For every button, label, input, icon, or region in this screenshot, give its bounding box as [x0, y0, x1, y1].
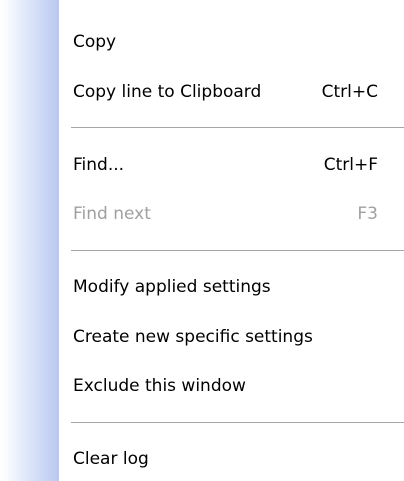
menu-item-find[interactable]: Find... Ctrl+F	[59, 145, 404, 185]
menu-item-shortcut: Ctrl+F	[323, 155, 378, 175]
menu-separator	[71, 127, 404, 128]
menu-icon-gutter	[0, 0, 59, 481]
menu-item-find-next[interactable]: Find next F3	[59, 194, 404, 234]
menu-item-label: Copy line to Clipboard	[73, 82, 262, 102]
menu-item-copy[interactable]: Copy	[59, 22, 404, 62]
menu-item-label: Create new specific settings	[73, 327, 313, 347]
menu-item-shortcut: Ctrl+C	[321, 82, 378, 102]
menu-separator	[71, 422, 404, 423]
menu-item-label: Clear log	[73, 449, 149, 469]
context-menu: Copy Copy line to Clipboard Ctrl+C Find.…	[0, 0, 404, 481]
menu-item-label: Find...	[73, 155, 125, 175]
menu-item-label: Copy	[73, 32, 117, 52]
menu-separator	[71, 250, 404, 251]
menu-item-modify-applied-settings[interactable]: Modify applied settings	[59, 267, 404, 307]
menu-item-label: Find next	[73, 204, 151, 224]
menu-item-label: Modify applied settings	[73, 277, 271, 297]
menu-item-exclude-this-window[interactable]: Exclude this window	[59, 366, 404, 406]
menu-item-create-new-specific-settings[interactable]: Create new specific settings	[59, 317, 404, 357]
menu-item-copy-line-to-clipboard[interactable]: Copy line to Clipboard Ctrl+C	[59, 72, 404, 112]
menu-item-shortcut: F3	[357, 204, 378, 224]
menu-item-label: Exclude this window	[73, 376, 246, 396]
menu-item-clear-log[interactable]: Clear log	[59, 439, 404, 479]
